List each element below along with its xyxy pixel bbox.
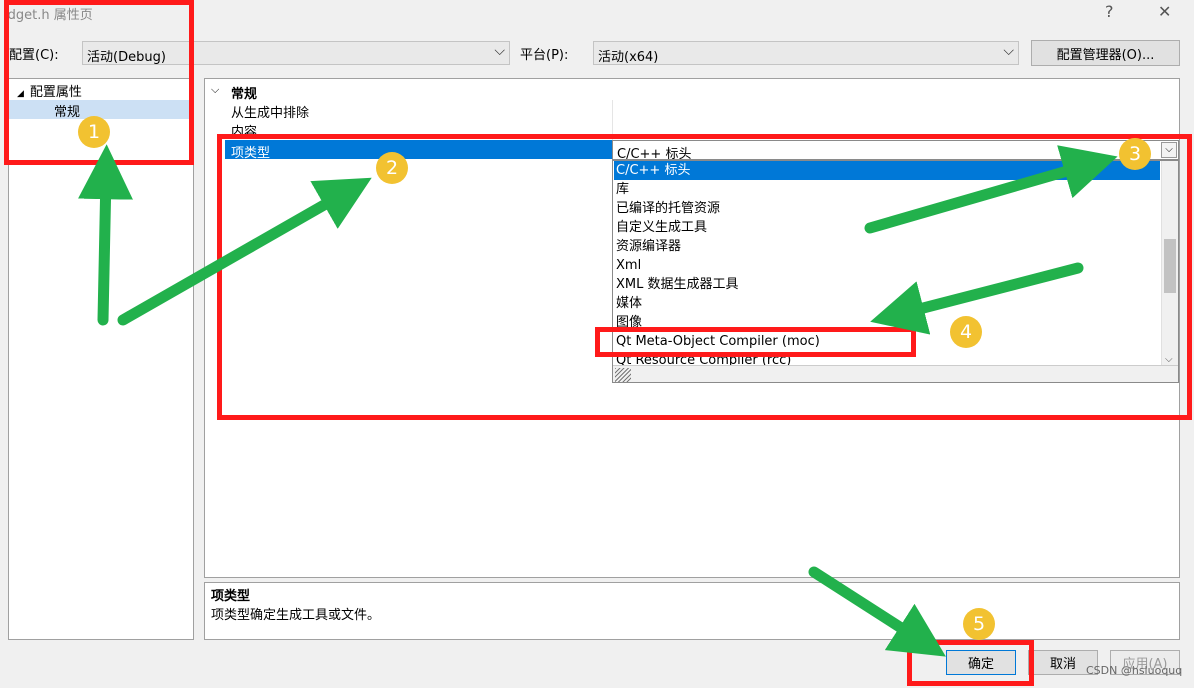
annotation-arrows (78, 144, 1118, 657)
annotation-arrow-3 (864, 145, 1118, 234)
annotation-badge-3: 3 (1119, 138, 1151, 170)
annotation-badge-2: 2 (376, 152, 408, 184)
annotation-arrow-4 (870, 262, 1084, 335)
annotation-badge-4: 4 (950, 316, 982, 348)
annotation-arrow-1 (78, 144, 133, 326)
annotation-badge-1: 1 (78, 116, 110, 148)
annotation-arrow-2 (117, 177, 372, 326)
annotation-arrow-5 (808, 566, 946, 657)
annotation-badge-5: 5 (963, 608, 995, 640)
